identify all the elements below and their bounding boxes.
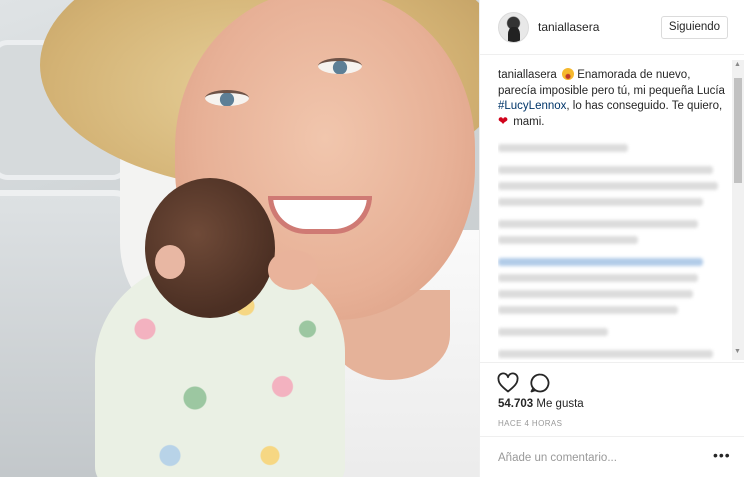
avatar[interactable] [498, 12, 529, 43]
mother-eye-left [205, 90, 249, 106]
post-header: taniallasera Siguiendo [480, 0, 744, 55]
blurred-comment-line [498, 350, 713, 358]
blurred-comment-line [498, 328, 608, 336]
following-button[interactable]: Siguiendo [661, 16, 728, 39]
caption-username[interactable]: taniallasera [498, 69, 557, 81]
blurred-comment-line [498, 220, 698, 228]
heart-eyes-emoji-icon [562, 68, 575, 80]
comment-input[interactable] [498, 449, 688, 467]
comments-list[interactable]: taniallasera Enamorada de nuevo, parecía… [498, 68, 726, 360]
blurred-comment-line [498, 236, 638, 244]
red-heart-emoji-icon [498, 114, 510, 130]
post-sidebar: taniallasera Siguiendo taniallasera Enam… [479, 0, 744, 477]
caption: taniallasera Enamorada de nuevo, parecía… [498, 68, 726, 130]
baby-hand [268, 250, 318, 290]
blurred-comment-line [498, 258, 703, 266]
post-timestamp[interactable]: HACE 4 HORAS [498, 419, 562, 428]
likes-count[interactable]: 54.703 Me gusta [498, 398, 584, 410]
blurred-comment-line [498, 144, 628, 152]
caption-text-3: mami. [510, 115, 545, 128]
blurred-comment-line [498, 274, 698, 282]
blurred-comments [498, 144, 726, 360]
mother-eye-right [318, 58, 362, 74]
ellipsis-icon[interactable]: ••• [713, 447, 731, 463]
speech-bubble-icon[interactable] [528, 371, 552, 395]
blurred-comment-line [498, 198, 703, 206]
scrollbar-thumb[interactable] [734, 78, 742, 183]
likes-number: 54.703 [498, 398, 534, 410]
post-photo[interactable] [0, 0, 479, 477]
blurred-comment-line [498, 182, 718, 190]
caption-text-2: , lo has conseguido. Te quiero, [566, 100, 723, 112]
heart-outline-icon[interactable] [496, 371, 520, 395]
likes-label: Me gusta [533, 398, 584, 410]
scroll-up-arrow-icon[interactable]: ▲ [734, 61, 741, 68]
blurred-comment-line [498, 306, 678, 314]
post-actions: 54.703 Me gusta HACE 4 HORAS ••• [480, 362, 744, 477]
header-username[interactable]: taniallasera [538, 20, 599, 34]
caption-hashtag[interactable]: #LucyLennox [498, 100, 566, 112]
scroll-down-arrow-icon[interactable]: ▼ [734, 348, 741, 355]
blurred-comment-line [498, 290, 693, 298]
baby-ear [155, 245, 185, 279]
add-comment-bar: ••• [480, 436, 744, 477]
blurred-comment-line [498, 166, 713, 174]
